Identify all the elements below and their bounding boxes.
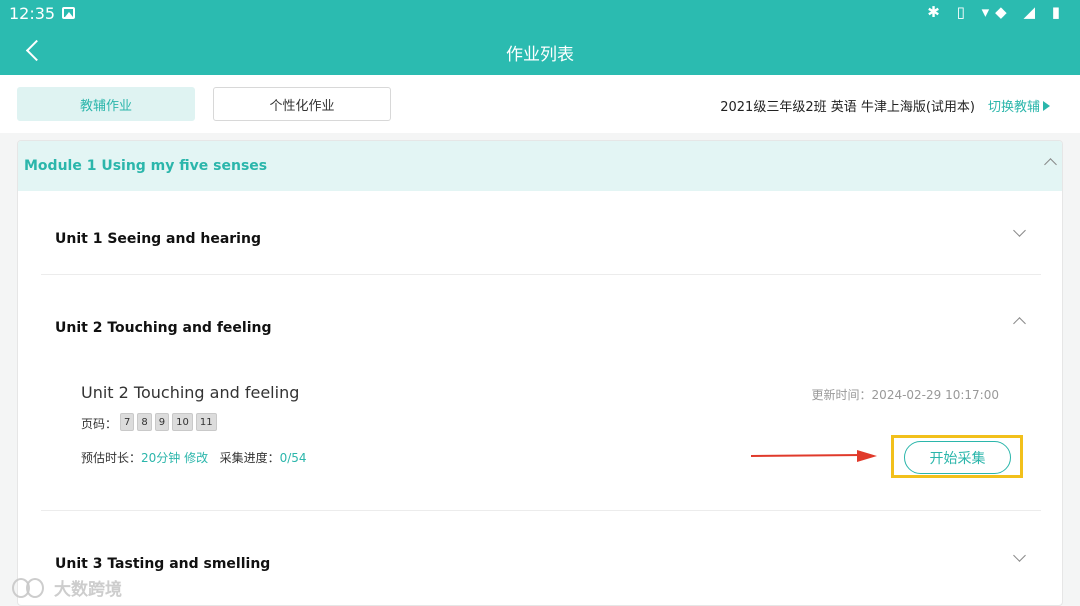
divider [41,510,1041,511]
unit-title[interactable]: Unit 1 Seeing and hearing [55,231,261,247]
duration-label: 预估时长： [81,451,142,465]
chevron-down-icon[interactable] [1013,224,1026,237]
status-time: 12:35 [9,4,56,23]
page-chip: 8 [137,413,152,431]
module-header[interactable]: Module 1 Using my five senses [18,141,1062,191]
unit-title[interactable]: Unit 2 Touching and feeling [55,320,272,336]
tab-personalized-homework[interactable]: 个性化作业 [213,87,391,121]
page-chip: 9 [154,413,170,431]
duration-value: 20分钟 [141,451,181,465]
edit-duration-link[interactable]: 修改 [184,451,208,465]
class-info: 2021级三年级2班 英语 牛津上海版(试用本) [720,100,975,115]
page-chips: 7 8 9 10 11 [120,413,217,431]
watermark: 大数跨境 [8,572,122,602]
tabs-bar: 教辅作业 个性化作业 2021级三年级2班 英语 牛津上海版(试用本) 切换教辅 [0,75,1080,133]
status-bar: 12:35 ✱ ▯ ▾◆ ◢ ▮ [0,0,1080,28]
page-chip: 7 [120,413,135,431]
homework-meta: 预估时长：20分钟 修改 采集进度：0/54 [81,449,307,466]
switch-textbook-label: 切换教辅 [987,100,1040,115]
watermark-text: 大数跨境 [54,579,122,600]
module-card: Module 1 Using my five senses Unit 1 See… [17,140,1063,606]
watermark-logo-icon [8,576,48,598]
divider [41,274,1041,275]
unit-title[interactable]: Unit 3 Tasting and smelling [55,556,270,572]
red-arrow-annotation [751,450,877,462]
updated-time: 更新时间：2024-02-29 10:17:00 [811,388,999,402]
progress-label: 采集进度： [219,451,280,465]
start-collection-button[interactable]: 开始采集 [904,441,1011,474]
play-arrow-icon [1043,101,1050,111]
chevron-up-icon[interactable] [1013,317,1026,330]
app-bar: 作业列表 [0,28,1080,75]
module-title: Module 1 Using my five senses [24,158,268,174]
image-notification-icon [62,7,75,19]
system-status-icons: ✱ ▯ ▾◆ ◢ ▮ [927,3,1066,21]
page-chip: 11 [195,413,217,431]
chevron-up-icon[interactable] [1044,158,1057,171]
page-chip: 10 [172,413,193,431]
homework-title: Unit 2 Touching and feeling [81,383,300,402]
page-title: 作业列表 [506,45,574,65]
tab-textbook-homework[interactable]: 教辅作业 [17,87,195,121]
chevron-down-icon[interactable] [1013,549,1026,562]
pages-label: 页码： [81,417,118,431]
switch-textbook-link[interactable]: 切换教辅 [988,96,1050,115]
progress-value: 0/54 [279,451,307,465]
